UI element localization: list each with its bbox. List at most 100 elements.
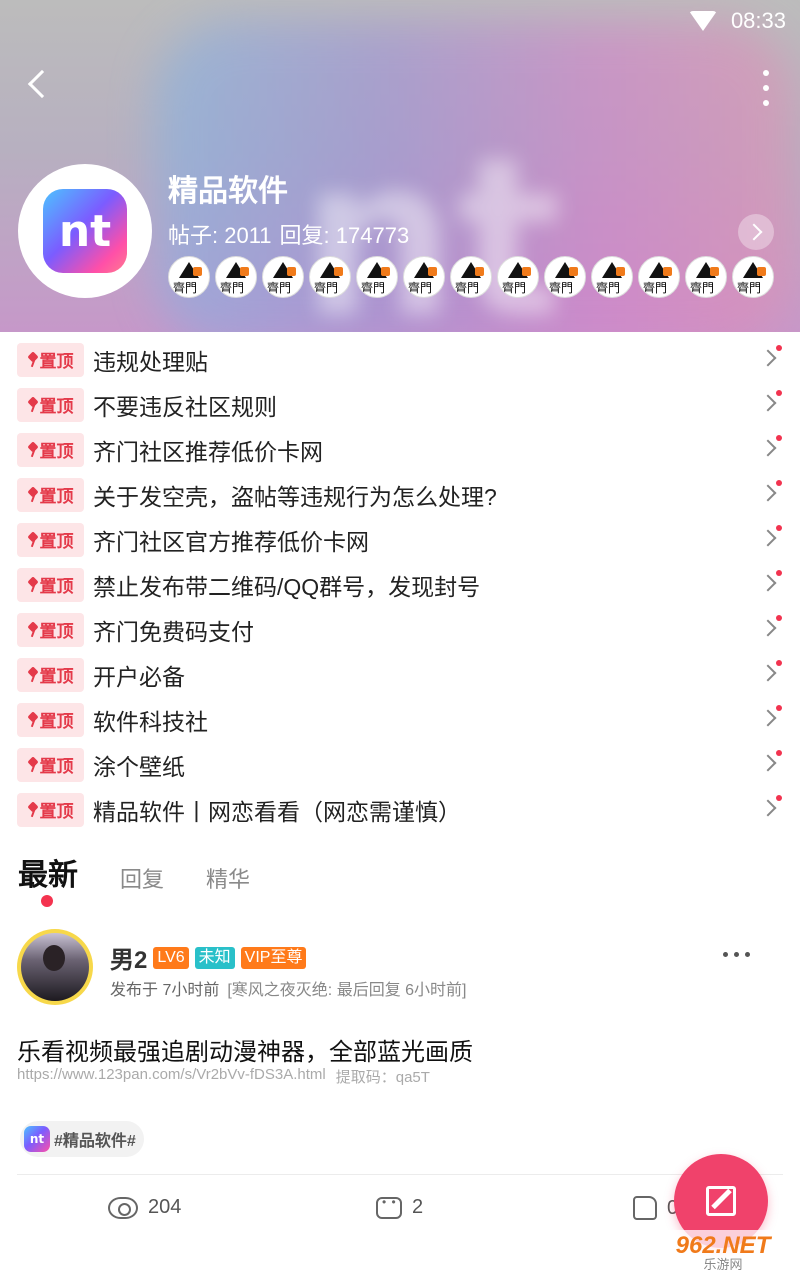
views-stat: 204 <box>108 1196 181 1219</box>
thumbs-up-icon <box>633 1196 657 1220</box>
pinned-post[interactable]: 置顶 精品软件丨网恋看看（网恋需谨慎） <box>0 787 800 832</box>
member-avatar[interactable]: 齊門 <box>732 256 774 298</box>
member-avatar[interactable]: 齊門 <box>356 256 398 298</box>
chevron-right-icon <box>759 574 777 592</box>
topic-tag[interactable]: nt #精品软件# <box>20 1121 144 1157</box>
pinned-post-title: 禁止发布带二维码/QQ群号，发现封号 <box>93 573 481 600</box>
post-title[interactable]: 乐看视频最强追剧动漫神器，全部蓝光画质 <box>17 1032 473 1067</box>
forum-logo-icon: nt <box>43 189 127 273</box>
pin-icon <box>28 533 38 547</box>
comment-icon <box>376 1195 402 1219</box>
post-link-text: https://www.123pan.com/s/Vr2bVv-fDS3A.ht… <box>17 1066 326 1083</box>
tab-replies[interactable]: 回复 <box>120 862 164 894</box>
unread-dot <box>776 570 782 576</box>
pinned-post-title: 软件科技社 <box>93 708 208 735</box>
unread-dot <box>776 705 782 711</box>
pinned-post[interactable]: 置顶 涂个壁纸 <box>0 742 800 787</box>
member-avatar[interactable]: 齊門 <box>591 256 633 298</box>
reply-count: 回复: 174773 <box>279 223 410 248</box>
chevron-right-icon <box>745 223 763 241</box>
pinned-posts-list: 置顶 违规处理贴 置顶 不要违反社区规则 置顶 齐门社区推荐低价卡网 置顶 关于发空壳，… <box>0 337 800 832</box>
unread-dot <box>776 390 782 396</box>
divider <box>17 1174 783 1175</box>
pin-icon <box>28 488 38 502</box>
member-avatar[interactable]: 齊門 <box>215 256 257 298</box>
forum-avatar[interactable]: nt <box>18 164 152 298</box>
post-time: 发布于 7小时前 <box>110 982 220 999</box>
pinned-post[interactable]: 置顶 齐门社区推荐低价卡网 <box>0 427 800 472</box>
pinned-post-title: 齐门免费码支付 <box>93 618 254 645</box>
forum-header: nt 08:33 nt 精品软件 帖子: 2011 回复: 174773 齊門 … <box>0 0 800 332</box>
member-avatar-list[interactable]: 齊門 齊門 齊門 齊門 齊門 齊門 齊門 齊門 齊門 齊門 齊門 齊門 齊門 <box>168 256 774 298</box>
pin-icon <box>28 353 38 367</box>
pinned-badge: 置顶 <box>17 612 84 647</box>
pinned-post[interactable]: 置顶 关于发空壳，盗帖等违规行为怎么处理? <box>0 472 800 517</box>
back-arrow-icon <box>27 69 57 99</box>
tab-latest[interactable]: 最新 <box>18 850 78 894</box>
unread-dot <box>776 480 782 486</box>
post-author-name[interactable]: 男2 <box>110 940 147 975</box>
back-button[interactable] <box>18 62 62 106</box>
like-button[interactable]: 0 <box>633 1196 678 1220</box>
tab-featured[interactable]: 精华 <box>206 862 250 894</box>
member-avatar[interactable]: 齊門 <box>638 256 680 298</box>
member-avatar[interactable]: 齊門 <box>497 256 539 298</box>
pinned-post[interactable]: 置顶 齐门社区官方推荐低价卡网 <box>0 517 800 562</box>
unread-dot <box>776 660 782 666</box>
pinned-post-title: 齐门社区官方推荐低价卡网 <box>93 528 369 555</box>
status-time: 08:33 <box>730 8 786 33</box>
member-avatar[interactable]: 齊門 <box>450 256 492 298</box>
pinned-badge: 置顶 <box>17 342 84 377</box>
member-avatar[interactable]: 齊門 <box>403 256 445 298</box>
forum-title: 精品软件 <box>168 175 288 208</box>
forum-stats: 帖子: 2011 回复: 174773 <box>168 218 409 250</box>
unread-dot <box>776 525 782 531</box>
unread-dot <box>776 795 782 801</box>
pinned-post[interactable]: 置顶 违规处理贴 <box>0 337 800 382</box>
gender-badge: 未知 <box>194 946 235 969</box>
chevron-right-icon <box>759 619 777 637</box>
pinned-post[interactable]: 置顶 软件科技社 <box>0 697 800 742</box>
pinned-post-title: 不要违反社区规则 <box>93 393 277 420</box>
vip-badge: VIP至尊 <box>240 946 307 969</box>
pin-icon <box>28 443 38 457</box>
unread-dot <box>776 615 782 621</box>
pinned-post-title: 涂个壁纸 <box>93 753 185 780</box>
member-avatar[interactable]: 齊門 <box>309 256 351 298</box>
pin-icon <box>28 758 38 772</box>
pin-icon <box>28 398 38 412</box>
active-tab-indicator <box>41 895 53 907</box>
pinned-post[interactable]: 置顶 禁止发布带二维码/QQ群号，发现封号 <box>0 562 800 607</box>
comment-button[interactable]: 2 <box>376 1195 424 1219</box>
pinned-badge: 置顶 <box>17 792 84 827</box>
pinned-badge: 置顶 <box>17 657 84 692</box>
more-options-button[interactable] <box>756 70 776 106</box>
pinned-badge: 置顶 <box>17 522 84 557</box>
pinned-post[interactable]: 置顶 不要违反社区规则 <box>0 382 800 427</box>
pin-icon <box>28 623 38 637</box>
chevron-right-icon <box>759 484 777 502</box>
pinned-badge: 置顶 <box>17 702 84 737</box>
pinned-post[interactable]: 置顶 齐门免费码支付 <box>0 607 800 652</box>
views-count: 204 <box>148 1196 182 1218</box>
site-watermark: 962.NET 乐游网 <box>654 1230 792 1276</box>
chevron-right-icon <box>759 349 777 367</box>
pinned-badge: 置顶 <box>17 477 84 512</box>
post-author-avatar[interactable] <box>17 929 93 1005</box>
member-avatar[interactable]: 齊門 <box>262 256 304 298</box>
wifi-icon <box>688 11 717 31</box>
member-avatar[interactable]: 齊門 <box>685 256 727 298</box>
chevron-right-icon <box>759 439 777 457</box>
pinned-post[interactable]: 置顶 开户必备 <box>0 652 800 697</box>
post-more-button[interactable] <box>723 952 750 957</box>
comment-count: 2 <box>412 1196 424 1218</box>
member-avatar[interactable]: 齊門 <box>168 256 210 298</box>
member-avatar[interactable]: 齊門 <box>544 256 586 298</box>
pin-icon <box>28 803 38 817</box>
topic-tag-label: #精品软件# <box>54 1133 136 1150</box>
chevron-right-icon <box>759 709 777 727</box>
forum-detail-button[interactable] <box>738 214 774 250</box>
pinned-badge: 置顶 <box>17 747 84 782</box>
pin-icon <box>28 713 38 727</box>
forum-tag-icon: nt <box>24 1126 50 1152</box>
